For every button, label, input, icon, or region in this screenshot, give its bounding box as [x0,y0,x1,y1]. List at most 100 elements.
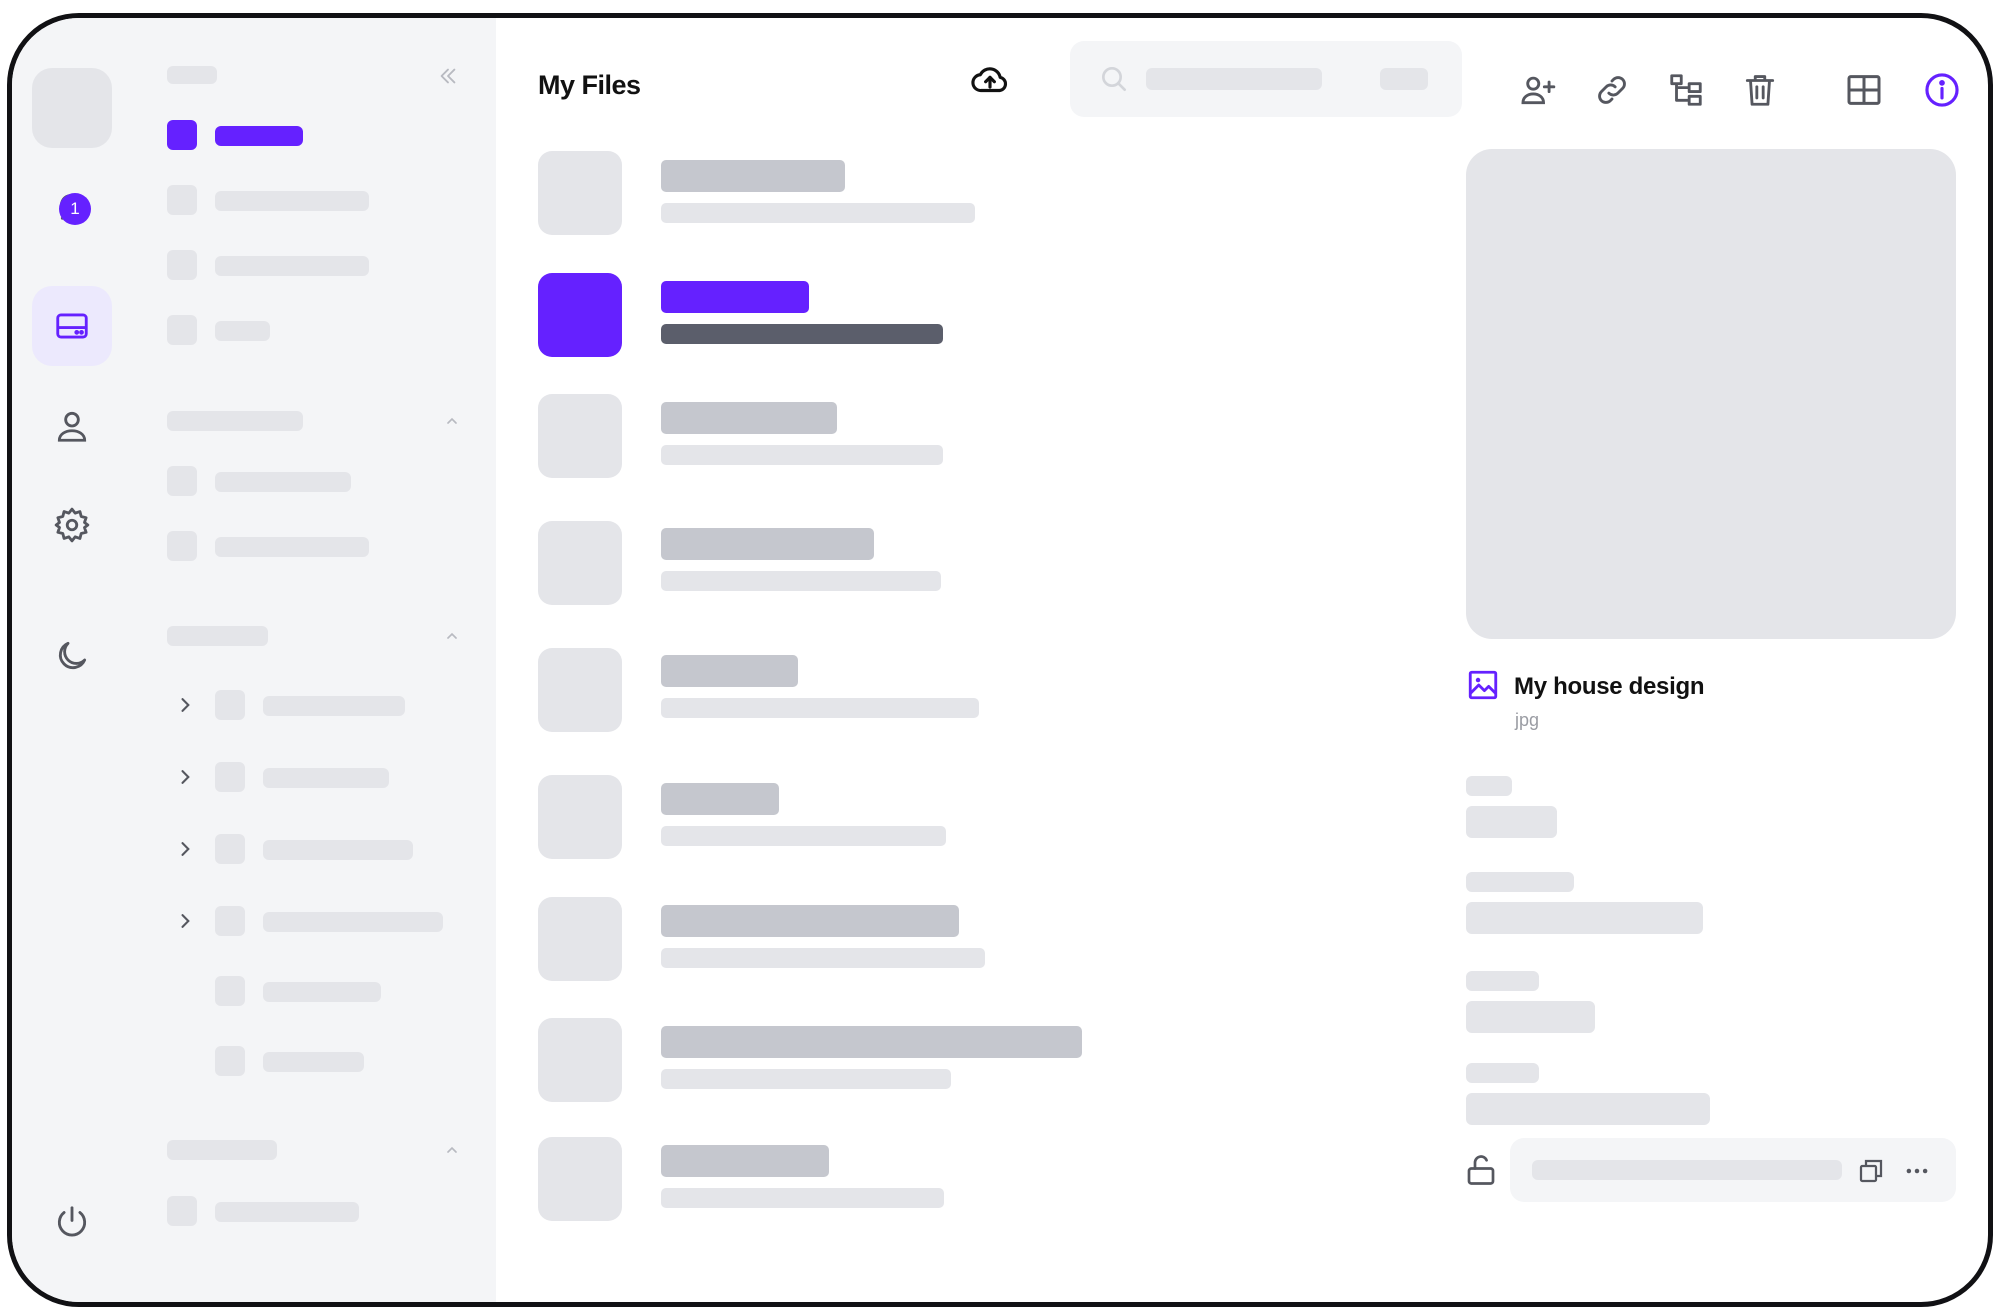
page-title: My Files [538,70,641,100]
sidebar-item[interactable] [215,191,369,211]
notification-badge: 1 [59,193,91,225]
unlock-icon[interactable] [1463,1152,1499,1188]
folder-item[interactable] [263,1052,364,1072]
more-options-icon[interactable] [1902,1156,1932,1186]
gear-icon [54,507,90,543]
detail-label [1466,1063,1539,1083]
file-meta-placeholder [661,203,975,223]
sidebar-item-icon [167,120,197,150]
sidebar-item-active[interactable] [215,126,303,146]
file-thumbnail [538,897,622,981]
sidebar-item-icon [167,1196,197,1226]
detail-label [1466,971,1539,991]
file-preview [1466,149,1956,639]
file-name-placeholder [661,783,779,815]
folder-item[interactable] [263,768,389,788]
drive-button[interactable] [32,286,112,366]
account-button[interactable] [32,386,112,466]
file-name-placeholder [661,160,845,192]
sidebar [132,18,496,1302]
sidebar-item-icon [167,250,197,280]
power-icon [57,1206,87,1237]
sidebar-item[interactable] [215,256,369,276]
avatar[interactable] [32,68,112,148]
copy-icon[interactable] [1856,1156,1886,1186]
chevron-up-icon[interactable] [444,1142,460,1158]
move-button[interactable] [1664,68,1708,112]
file-name-placeholder [661,281,809,313]
sidebar-item-icon [167,185,197,215]
chevron-right-icon[interactable] [175,767,195,787]
delete-button[interactable] [1738,68,1782,112]
trash-icon [1745,75,1775,106]
file-thumbnail [538,273,622,357]
file-thumbnail [538,648,622,732]
sidebar-item[interactable] [215,1202,359,1222]
file-name-placeholder [661,528,874,560]
folder-icon [215,834,245,864]
file-meta-placeholder [661,445,943,465]
sidebar-item[interactable] [215,537,369,557]
chevron-right-icon[interactable] [175,695,195,715]
copy-link-button[interactable] [1590,68,1634,112]
sidebar-item-icon [167,531,197,561]
file-meta-placeholder [661,826,946,846]
chevron-up-icon[interactable] [444,628,460,644]
dark-mode-toggle[interactable] [32,616,112,696]
logout-button[interactable] [32,1182,112,1262]
folder-icon [215,690,245,720]
drive-icon [56,313,88,339]
folder-item[interactable] [263,912,443,932]
file-name-placeholder [661,1026,1082,1058]
upload-button[interactable] [968,58,1012,102]
chevron-up-icon[interactable] [444,413,460,429]
sidebar-heading [167,66,217,84]
sidebar-section-heading [167,411,303,431]
file-name-placeholder [661,655,798,687]
file-thumbnail [538,1137,622,1221]
search-input[interactable] [1070,41,1462,117]
search-shortcut-hint [1380,68,1428,90]
link-icon [1598,76,1626,104]
sidebar-item[interactable] [215,321,270,341]
file-meta-placeholder [661,1069,951,1089]
settings-button[interactable] [32,485,112,565]
file-thumbnail [538,151,622,235]
collapse-sidebar-icon[interactable] [437,65,459,87]
details-button[interactable] [1920,68,1964,112]
image-file-icon [1468,670,1498,700]
info-icon [1925,73,1959,107]
grid-view-icon [1847,75,1881,105]
sidebar-section-heading [167,626,268,646]
file-name-placeholder [661,905,959,937]
sidebar-section-heading [167,1140,277,1160]
file-thumbnail [538,1018,622,1102]
folder-icon [215,976,245,1006]
folder-icon [215,906,245,936]
detail-label [1466,872,1574,892]
search-placeholder [1146,68,1322,90]
folder-icon [215,762,245,792]
file-thumbnail [538,394,622,478]
chevron-right-icon[interactable] [175,839,195,859]
upload-cloud-icon [971,67,1008,93]
sidebar-item-icon [167,466,197,496]
folder-item[interactable] [263,840,413,860]
folder-item[interactable] [263,696,405,716]
file-name-placeholder [661,1145,829,1177]
share-link-field[interactable] [1510,1138,1956,1202]
search-icon [1102,67,1126,91]
file-thumbnail [538,521,622,605]
chevron-right-icon[interactable] [175,911,195,931]
file-thumbnail [538,775,622,859]
detail-value [1466,1001,1595,1033]
view-toggle-button[interactable] [1842,68,1886,112]
file-meta-placeholder [661,698,979,718]
detail-value [1466,806,1557,838]
folder-item[interactable] [263,982,381,1002]
detail-value [1466,902,1703,934]
sidebar-item[interactable] [215,472,351,492]
file-name-placeholder [661,402,837,434]
share-user-icon [1521,76,1556,105]
share-button[interactable] [1516,68,1560,112]
